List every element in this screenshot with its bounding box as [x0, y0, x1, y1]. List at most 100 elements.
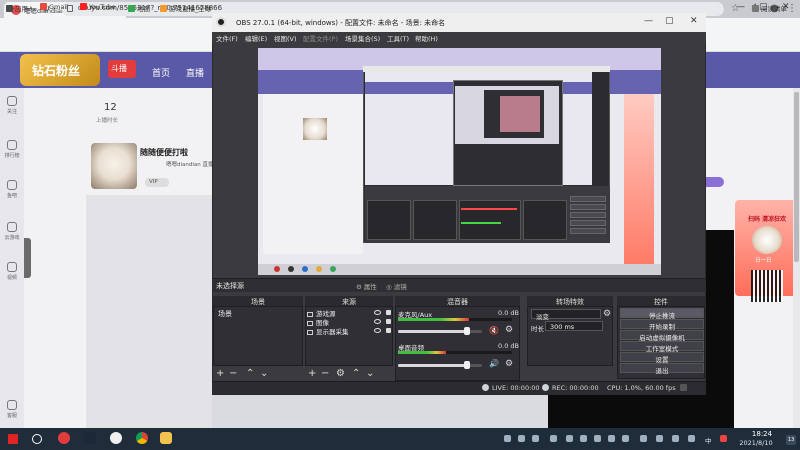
bookmark-maps[interactable]: 地图: [128, 3, 150, 13]
sidebar-item-rank[interactable]: 排行榜: [0, 140, 24, 159]
obs-maximize-icon[interactable]: ▢: [665, 16, 674, 26]
tray-icon[interactable]: [504, 435, 511, 442]
streamer-avatar[interactable]: [91, 143, 137, 189]
menu-profile[interactable]: 配置文件(P): [303, 33, 338, 43]
desktop-settings-icon[interactable]: ⚙: [505, 359, 513, 369]
desktop-volume-knob[interactable]: [463, 361, 470, 369]
scene-item[interactable]: 场景: [215, 308, 301, 318]
tray-icon[interactable]: [594, 435, 601, 442]
visibility-eye-icon[interactable]: [374, 328, 381, 333]
sidebar-item-fishbar[interactable]: 鱼吧: [0, 180, 24, 199]
menu-view[interactable]: 视图(V): [274, 33, 297, 43]
mic-settings-icon[interactable]: ⚙: [505, 325, 513, 335]
transition-settings-icon[interactable]: ⚙: [603, 309, 611, 319]
preview-taskbar-icon: [302, 266, 308, 272]
room-title: 随随便便打啦: [140, 148, 188, 157]
remove-scene-icon[interactable]: −: [229, 368, 237, 379]
tray-icon[interactable]: [532, 435, 539, 442]
tray-icon[interactable]: [550, 435, 557, 442]
tray-icon[interactable]: [518, 435, 525, 442]
tray-icon[interactable]: [656, 435, 663, 442]
menu-help[interactable]: 帮助(H): [415, 33, 438, 43]
preview-meter-green: [461, 222, 501, 224]
menu-scene-collection[interactable]: 场景集合(S): [345, 33, 380, 43]
page-scrollbar-thumb[interactable]: [794, 92, 799, 262]
transition-type-select[interactable]: 淡变: [531, 309, 601, 321]
add-scene-icon[interactable]: +: [216, 368, 224, 379]
mic-muted-speaker-icon[interactable]: 🔇: [489, 326, 499, 335]
streamer-nickname[interactable]: 嗯嗯diandian 直播: [166, 160, 214, 168]
sidebar-collapse-handle[interactable]: [24, 238, 31, 278]
tray-icon[interactable]: [608, 435, 615, 442]
tray-icon[interactable]: [580, 435, 587, 442]
menu-tools[interactable]: 工具(T): [387, 33, 409, 43]
bookmark-youtube[interactable]: YouTube: [80, 3, 115, 11]
obs-close-icon[interactable]: ✕: [690, 16, 698, 26]
source-down-icon[interactable]: ⌄: [366, 368, 374, 379]
obs-minimize-icon[interactable]: —: [644, 16, 653, 26]
taskbar-date[interactable]: 2021/8/10: [733, 439, 779, 447]
visibility-eye-icon[interactable]: [374, 319, 381, 324]
qr-code: [751, 270, 783, 302]
bookmark-star-icon[interactable]: ☆: [731, 3, 740, 14]
bookmark-douyu[interactable]: 游戏直播_全球: [160, 3, 211, 13]
move-up-icon[interactable]: ⌃: [246, 368, 254, 379]
lock-source-icon[interactable]: [386, 328, 391, 333]
menu-file[interactable]: 文件(F): [216, 33, 238, 43]
steam-icon[interactable]: [84, 432, 96, 444]
sources-dock-title: 来源: [305, 296, 393, 306]
tray-icon[interactable]: [566, 435, 573, 442]
source-up-icon[interactable]: ⌃: [352, 368, 360, 379]
network-icon[interactable]: [672, 435, 679, 442]
menu-dots-icon[interactable]: ⋮: [787, 3, 797, 14]
desktop-speaker-icon[interactable]: 🔊: [489, 359, 499, 368]
promo-sub: 日一日: [755, 258, 772, 264]
site-logo-banner[interactable]: 钻石粉丝: [20, 54, 100, 86]
vip-badge[interactable]: VIP: [145, 178, 169, 187]
reading-list-icon: [752, 5, 759, 12]
obs-taskbar-icon[interactable]: [110, 432, 122, 444]
move-down-icon[interactable]: ⌄: [260, 368, 268, 379]
bookmark-apps[interactable]: 应用: [6, 3, 28, 13]
volume-icon[interactable]: [688, 435, 695, 442]
remove-source-icon[interactable]: −: [321, 368, 329, 379]
reading-list[interactable]: 阅读清单: [752, 3, 787, 13]
duration-input[interactable]: 300 ms: [545, 321, 603, 331]
exit-button[interactable]: 退出: [620, 363, 704, 375]
tray-app-icon[interactable]: [720, 435, 727, 442]
notification-center[interactable]: 13: [786, 435, 796, 445]
windows-start-icon[interactable]: [8, 434, 18, 444]
nav-home[interactable]: 首页: [152, 66, 170, 79]
source-settings-icon[interactable]: ⚙: [336, 368, 345, 379]
add-source-icon[interactable]: +: [308, 368, 316, 379]
tray-icon[interactable]: [622, 435, 629, 442]
visibility-eye-icon[interactable]: [374, 310, 381, 315]
sidebar-item-support[interactable]: 客服: [0, 400, 24, 419]
lock-source-icon[interactable]: [386, 310, 391, 315]
preview-taskbar-icon: [330, 266, 336, 272]
lock-source-icon[interactable]: [386, 319, 391, 324]
properties-button[interactable]: ⚙ 属性: [356, 281, 377, 291]
sidebar-item-follow[interactable]: 关注: [0, 96, 24, 115]
mic-volume-knob[interactable]: [463, 327, 470, 335]
settings-button[interactable]: 设置: [620, 352, 704, 364]
nav-live[interactable]: 直播: [186, 66, 204, 79]
sidebar-item-video[interactable]: 视频: [0, 262, 24, 281]
app-icon[interactable]: [160, 432, 172, 444]
taskbar-clock[interactable]: 18:24: [742, 430, 782, 438]
stop-streaming-button[interactable]: 停止推流: [620, 308, 704, 320]
filters-button[interactable]: ◎ 滤镜: [386, 281, 407, 291]
chrome-icon[interactable]: [136, 432, 148, 444]
bookmark-gmail[interactable]: Gmail: [40, 3, 68, 11]
controls-dock-title: 控件: [617, 296, 705, 306]
start-virtual-camera-button[interactable]: 启动虚拟摄像机: [620, 330, 704, 342]
tray-icon[interactable]: [640, 435, 647, 442]
ime-indicator[interactable]: 中: [705, 435, 712, 445]
studio-mode-button[interactable]: 工作室模式: [620, 341, 704, 353]
douyu-badge[interactable]: 斗播: [108, 60, 136, 78]
search-icon[interactable]: [32, 434, 42, 444]
netease-music-icon[interactable]: [58, 432, 70, 444]
sidebar-item-cloud-game[interactable]: 云游戏: [0, 222, 24, 241]
menu-edit[interactable]: 编辑(E): [245, 33, 267, 43]
start-recording-button[interactable]: 开始录制: [620, 319, 704, 331]
